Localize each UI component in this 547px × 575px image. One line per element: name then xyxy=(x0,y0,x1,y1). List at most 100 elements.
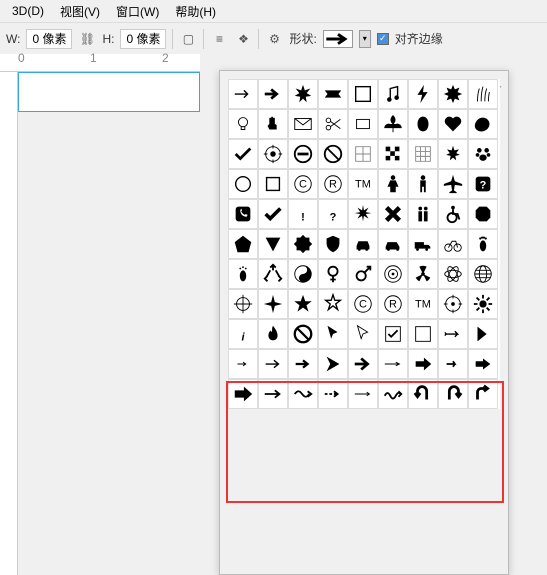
shape-uturn-l[interactable] xyxy=(408,379,438,409)
height-input[interactable] xyxy=(120,29,166,49)
shape-check[interactable] xyxy=(228,139,258,169)
shape-paw[interactable] xyxy=(468,139,498,169)
menu-3d[interactable]: 3D(D) xyxy=(4,1,52,21)
shape-preview[interactable] xyxy=(323,30,353,48)
shape-arrow-thin2[interactable] xyxy=(258,379,288,409)
shape-sunburst[interactable] xyxy=(468,289,498,319)
shape-crosshair[interactable] xyxy=(228,289,258,319)
shape-uturn-r[interactable] xyxy=(438,379,468,409)
shape-scissors[interactable] xyxy=(318,109,348,139)
shape-qmark[interactable]: ? xyxy=(318,199,348,229)
shape-hand[interactable] xyxy=(258,109,288,139)
shape-bulb[interactable] xyxy=(228,109,258,139)
shape-star6[interactable] xyxy=(318,289,348,319)
menu-help[interactable]: 帮助(H) xyxy=(167,0,224,23)
shape-copyright[interactable]: C xyxy=(288,169,318,199)
shape-arrow-fine[interactable] xyxy=(378,349,408,379)
shape-check2[interactable] xyxy=(258,199,288,229)
shape-arrow-hair[interactable] xyxy=(348,379,378,409)
shape-circle[interactable] xyxy=(228,169,258,199)
canvas[interactable] xyxy=(18,72,200,112)
shape-female[interactable] xyxy=(318,259,348,289)
shape-badge8[interactable] xyxy=(288,229,318,259)
shape-wheelchair[interactable] xyxy=(438,199,468,229)
shape-globe[interactable] xyxy=(468,259,498,289)
shape-ribbon[interactable] xyxy=(318,79,348,109)
shape-rect[interactable] xyxy=(348,109,378,139)
shape-star5[interactable] xyxy=(288,289,318,319)
shape-foot[interactable] xyxy=(468,229,498,259)
shape-man[interactable] xyxy=(408,169,438,199)
shape-blob[interactable] xyxy=(468,109,498,139)
shape-wave[interactable] xyxy=(288,379,318,409)
shape-arrow-med[interactable] xyxy=(288,349,318,379)
shape-star8[interactable] xyxy=(438,79,468,109)
shape-pentagon[interactable] xyxy=(228,229,258,259)
shape-nosign2[interactable] xyxy=(288,319,318,349)
shape-burst[interactable] xyxy=(288,79,318,109)
shape-arrowhead[interactable] xyxy=(318,349,348,379)
shape-square[interactable] xyxy=(258,169,288,199)
shape-cop[interactable]: C xyxy=(348,289,378,319)
shape-frame[interactable] xyxy=(348,79,378,109)
shape-plane[interactable] xyxy=(438,169,468,199)
shape-bike[interactable] xyxy=(438,229,468,259)
shape-xmark[interactable] xyxy=(378,199,408,229)
shape-note[interactable] xyxy=(378,79,408,109)
shape-dropdown[interactable]: ▾ xyxy=(359,30,371,48)
shape-fleur[interactable] xyxy=(378,109,408,139)
shape-yinyang[interactable] xyxy=(288,259,318,289)
shape-question[interactable]: ? xyxy=(468,169,498,199)
shape-car2[interactable] xyxy=(378,229,408,259)
shape-cursor2[interactable] xyxy=(348,319,378,349)
shape-arrow-line[interactable] xyxy=(258,349,288,379)
shape-ornament[interactable] xyxy=(408,109,438,139)
shape-exclaim[interactable]: ! xyxy=(288,199,318,229)
shape-car1[interactable] xyxy=(348,229,378,259)
shape-phone[interactable] xyxy=(228,199,258,229)
shape-chevron[interactable] xyxy=(468,319,498,349)
shape-woman[interactable] xyxy=(378,169,408,199)
shape-arrow-dash[interactable] xyxy=(318,379,348,409)
link-icon[interactable]: ⛓ xyxy=(78,30,96,48)
shape-people[interactable] xyxy=(408,199,438,229)
shape-nosign[interactable] xyxy=(318,139,348,169)
shape-tm[interactable]: TM xyxy=(348,169,378,199)
shape-noentry[interactable] xyxy=(288,139,318,169)
shape-fire[interactable] xyxy=(258,319,288,349)
shape-grid9[interactable] xyxy=(408,139,438,169)
arrange-icon[interactable]: ❖ xyxy=(234,30,252,48)
shape-shield[interactable] xyxy=(318,229,348,259)
align-icon[interactable]: ≡ xyxy=(210,30,228,48)
shape-recycle[interactable] xyxy=(258,259,288,289)
shape-arrow-wide[interactable] xyxy=(228,379,258,409)
menu-view[interactable]: 视图(V) xyxy=(52,0,108,23)
shape-star4[interactable] xyxy=(258,289,288,319)
shape-foot2[interactable] xyxy=(228,259,258,289)
shape-target[interactable] xyxy=(258,139,288,169)
shape-arrow-thin[interactable] xyxy=(228,79,258,109)
shape-triangle-dn[interactable] xyxy=(258,229,288,259)
shape-checkbox2[interactable] xyxy=(408,319,438,349)
shape-arrow-bold[interactable] xyxy=(258,79,288,109)
shape-grass[interactable] xyxy=(468,79,498,109)
shape-mail[interactable] xyxy=(288,109,318,139)
shape-truck[interactable] xyxy=(408,229,438,259)
shape-grid4[interactable] xyxy=(348,139,378,169)
shape-squiggle[interactable] xyxy=(378,379,408,409)
shape-starburst[interactable] xyxy=(348,199,378,229)
width-input[interactable] xyxy=(26,29,72,49)
pathop-icon[interactable]: ▢ xyxy=(179,30,197,48)
shape-tiny-arr[interactable] xyxy=(228,349,258,379)
shape-info[interactable]: i xyxy=(228,319,258,349)
shape-corner-r[interactable] xyxy=(468,379,498,409)
shape-octagon[interactable] xyxy=(468,199,498,229)
shape-arrow-sm[interactable] xyxy=(438,349,468,379)
shape-radiation[interactable] xyxy=(408,259,438,289)
shape-checkbox[interactable] xyxy=(378,319,408,349)
shape-reg2[interactable]: R xyxy=(378,289,408,319)
shape-heart[interactable] xyxy=(438,109,468,139)
align-edges-checkbox[interactable]: ✓ xyxy=(377,33,389,45)
shape-cursor1[interactable] xyxy=(318,319,348,349)
shape-registered[interactable]: R xyxy=(318,169,348,199)
